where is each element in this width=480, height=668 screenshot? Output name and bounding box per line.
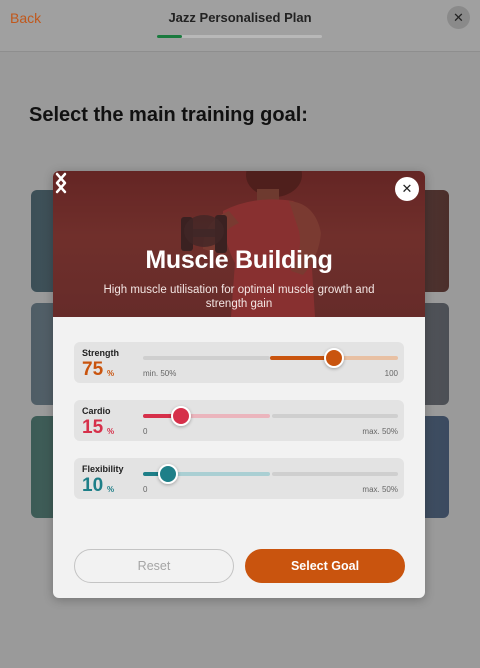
- slider-min-label: 0: [143, 485, 148, 494]
- select-goal-button[interactable]: Select Goal: [245, 549, 405, 583]
- slider-min-label: 0: [143, 427, 148, 436]
- goal-description: High muscle utilisation for optimal musc…: [103, 284, 375, 310]
- top-bar: Back Jazz Personalised Plan ✕: [0, 0, 480, 52]
- metric-unit: %: [107, 427, 115, 436]
- chevron-right-icon[interactable]: [53, 171, 69, 195]
- metric-label: Flexibility: [82, 464, 124, 474]
- slider-min-label: min. 50%: [143, 369, 177, 378]
- metric-value: 15: [82, 417, 104, 438]
- close-icon[interactable]: ✕: [395, 177, 419, 201]
- progress-bar: [157, 35, 322, 38]
- metric-label: Cardio: [82, 406, 111, 416]
- page-title: Jazz Personalised Plan: [168, 10, 312, 25]
- slider-max-label: 100: [384, 369, 398, 378]
- slider-track-range: [181, 414, 270, 418]
- reset-button[interactable]: Reset: [74, 549, 234, 583]
- metric-unit: %: [107, 369, 115, 378]
- page-heading: Select the main training goal:: [29, 104, 308, 126]
- metric-value: 75: [82, 359, 104, 380]
- slider-track-inactive: [272, 414, 398, 418]
- goal-detail-modal: ✕ Muscle Building High muscle utilisatio…: [53, 171, 425, 598]
- hero-image: ✕ Muscle Building High muscle utilisatio…: [53, 171, 425, 317]
- slider-track-inactive: [143, 356, 270, 360]
- goal-title: Muscle Building: [145, 246, 333, 274]
- slider-track-inactive: [272, 472, 398, 476]
- slider-max-label: max. 50%: [362, 427, 398, 436]
- metric-label: Strength: [82, 348, 119, 358]
- close-icon[interactable]: ✕: [447, 6, 470, 29]
- slider-max-label: max. 50%: [362, 485, 398, 494]
- flexibility-slider-handle[interactable]: [158, 464, 178, 484]
- slider-track-range: [168, 472, 270, 476]
- progress-bar-fill: [157, 35, 182, 38]
- strength-slider-handle[interactable]: [324, 348, 344, 368]
- strength-panel: Strength 75 % min. 50% 100: [74, 342, 404, 383]
- cardio-panel: Cardio 15 % 0 max. 50%: [74, 400, 404, 441]
- metric-unit: %: [107, 485, 115, 494]
- flexibility-panel: Flexibility 10 % 0 max. 50%: [74, 458, 404, 499]
- cardio-slider-handle[interactable]: [171, 406, 191, 426]
- metric-value: 10: [82, 475, 104, 496]
